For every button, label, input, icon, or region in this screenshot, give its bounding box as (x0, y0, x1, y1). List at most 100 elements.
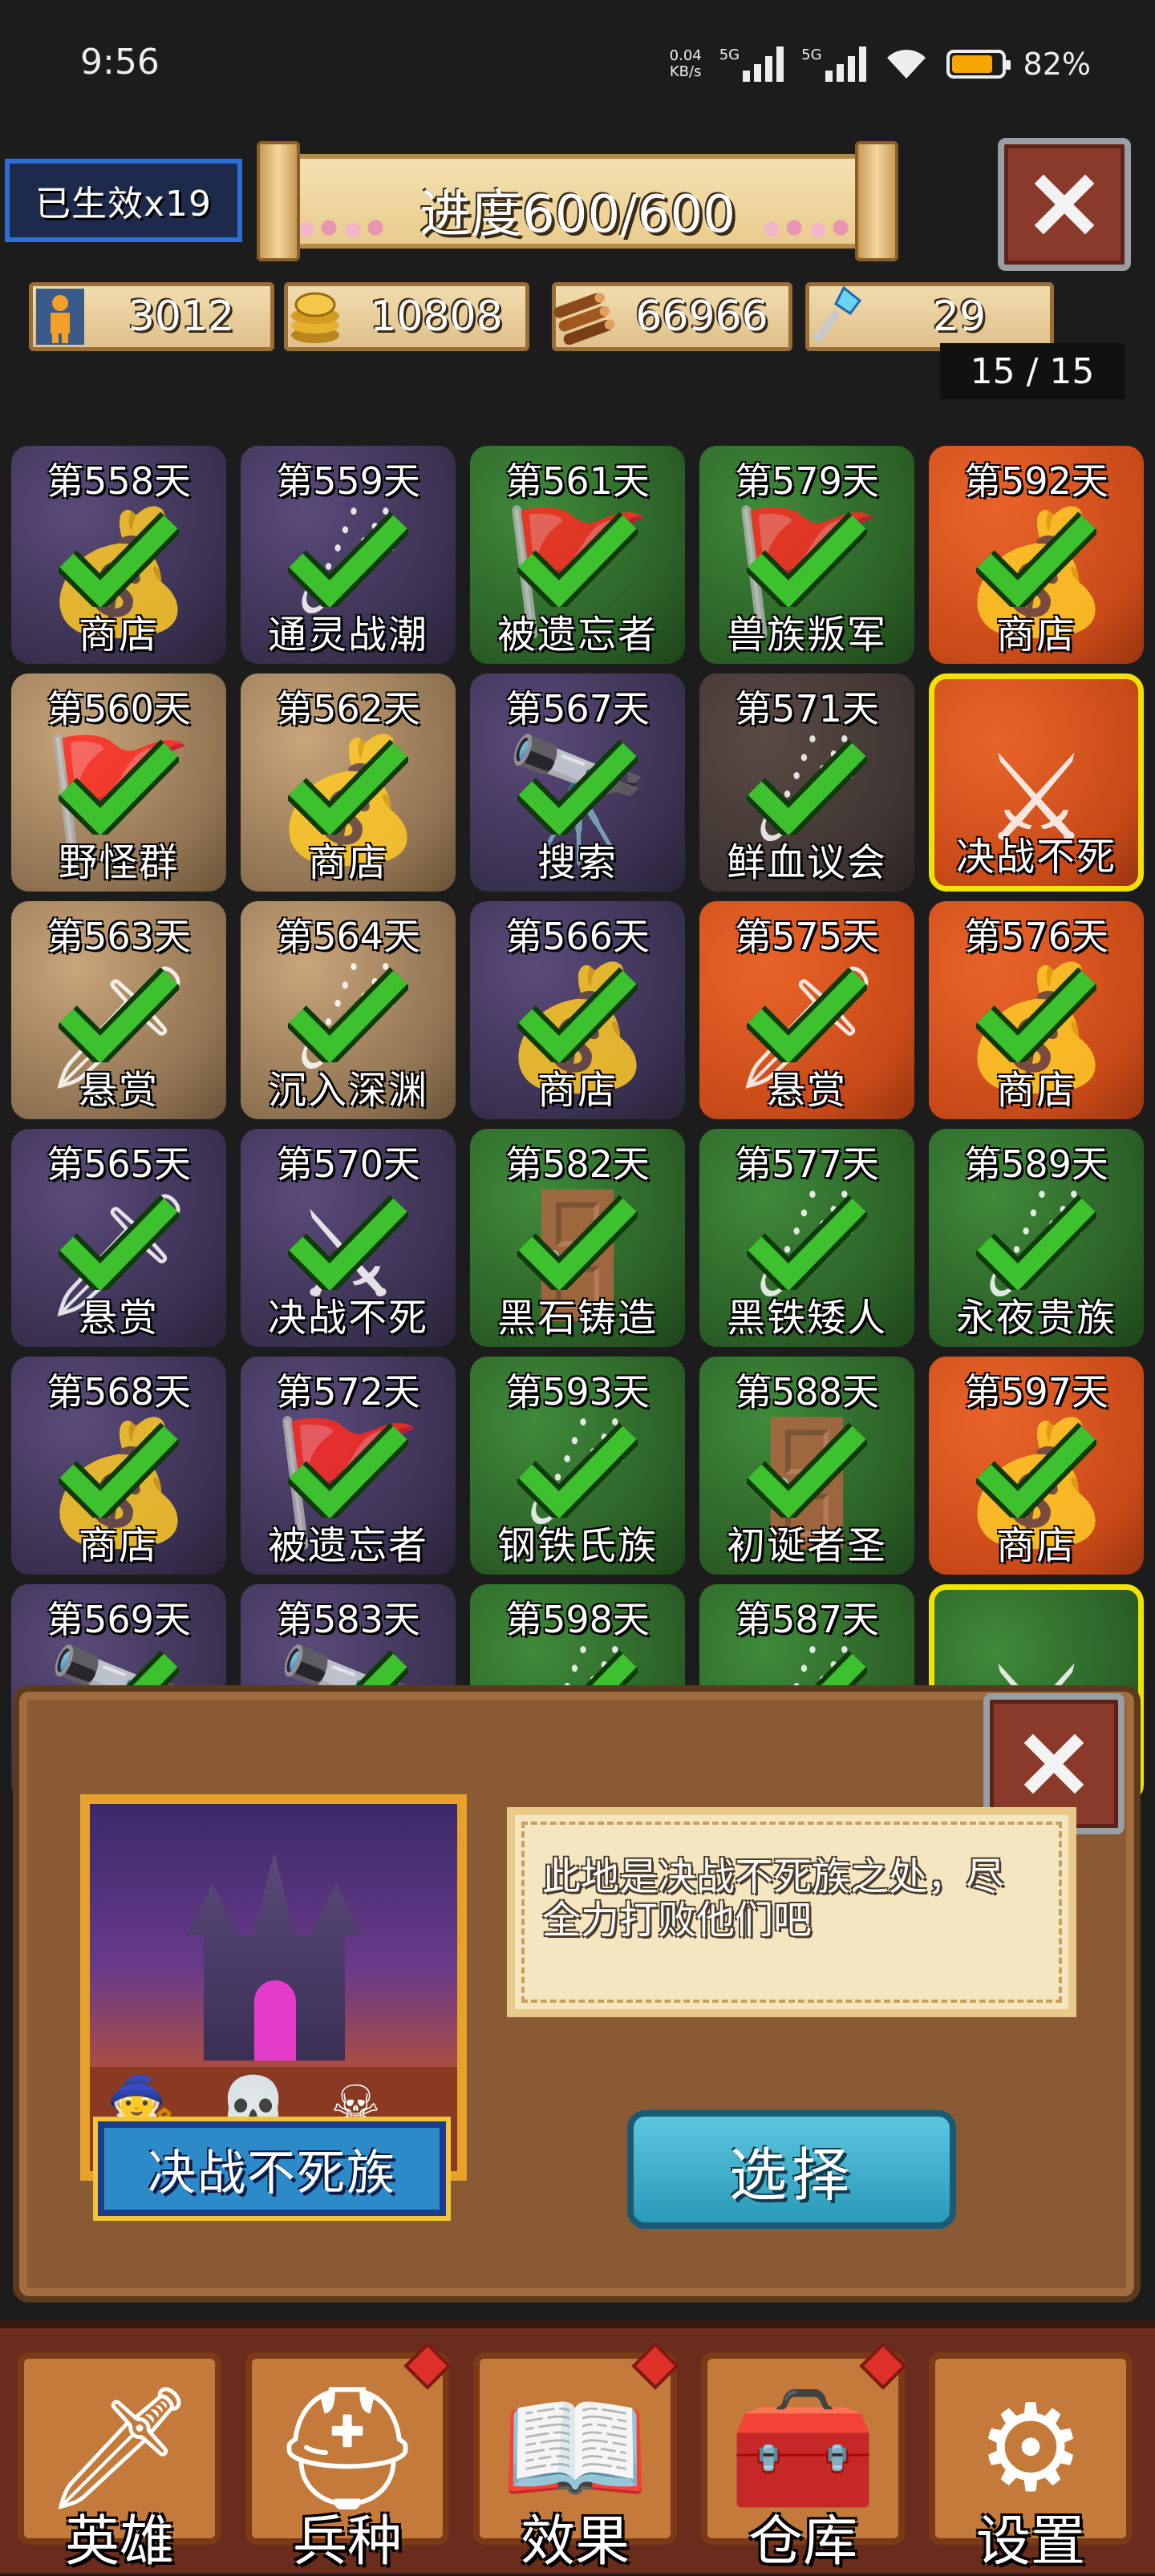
event-tile[interactable]: 💰 第566天 商店 (470, 901, 685, 1119)
event-name-label: 商店 (537, 1068, 618, 1113)
event-day-label: 第569天 (47, 1598, 191, 1641)
event-tile[interactable]: 🗡 第565天 悬赏 (11, 1129, 226, 1347)
checkmark-icon (517, 512, 638, 608)
event-name-label: 黑石铸造 (496, 1296, 658, 1341)
event-name-label: 商店 (995, 1523, 1076, 1568)
event-name-label: 悬赏 (78, 1296, 159, 1341)
event-name-label: 鲜血议会 (726, 840, 887, 885)
event-tile[interactable]: ⚔ 决战不死 (929, 673, 1144, 892)
event-name-label: 商店 (78, 1523, 159, 1568)
nav-label: 英雄 (64, 2510, 174, 2574)
event-tile[interactable]: 🚪 第588天 初诞者圣 (699, 1357, 914, 1575)
event-name-label: 被遗忘者 (496, 613, 658, 657)
event-tile[interactable]: 🔭 第567天 搜索 (470, 673, 685, 892)
gold-value: 10808 (370, 293, 503, 341)
checkmark-icon (517, 1195, 638, 1291)
event-tile[interactable]: 💰 第558天 商店 (11, 446, 226, 664)
status-icons: 0.04 KB/s 5G 5G 82% (670, 47, 1091, 82)
event-day-label: 第588天 (735, 1370, 879, 1413)
event-name-label: 决战不死 (267, 1296, 428, 1341)
status-bar: 9:56 0.04 KB/s 5G 5G 82% (0, 0, 1155, 128)
choose-label: 选择 (728, 2141, 854, 2209)
event-name-label: 搜索 (537, 840, 618, 885)
event-tile[interactable]: 💰 第568天 商店 (11, 1357, 226, 1575)
event-day-label: 第562天 (276, 687, 420, 730)
event-description-box: 此地是决战不死族之处，尽全力打败他们吧 (507, 1807, 1076, 2017)
event-day-label: 第561天 (505, 459, 650, 503)
event-day-label: 第597天 (964, 1370, 1108, 1413)
event-name-label: 初诞者圣 (726, 1523, 887, 1568)
event-name-label: 沉入深渊 (267, 1068, 428, 1113)
checkmark-icon (59, 1422, 179, 1519)
checkmark-icon (288, 1195, 408, 1291)
event-tile[interactable]: 🗡 第575天 悬赏 (699, 901, 914, 1119)
event-tile[interactable]: 💰 第592天 商店 (929, 446, 1144, 664)
event-day-label: 第579天 (735, 459, 879, 503)
event-tile[interactable]: 💰 第562天 商店 (241, 673, 456, 892)
crystal-key-icon (804, 285, 869, 349)
checkmark-icon (288, 739, 408, 835)
checkmark-icon (976, 1422, 1096, 1519)
event-tile[interactable]: ☄ 第589天 永夜贵族 (929, 1129, 1144, 1347)
event-name-label: 商店 (995, 613, 1076, 657)
nav-item-troops[interactable]: ⛑ 兵种 (245, 2342, 452, 2574)
battery-percent: 82% (1023, 47, 1091, 82)
event-day-label: 第598天 (505, 1598, 650, 1641)
event-tile[interactable]: ☄ 第564天 沉入深渊 (241, 901, 456, 1119)
event-name-label: 通灵战潮 (267, 613, 428, 657)
choose-button[interactable]: 选择 (627, 2110, 956, 2229)
event-name-label: 永夜贵族 (955, 1296, 1116, 1341)
event-day-label: 第565天 (47, 1142, 191, 1186)
event-title: 决战不死族 (148, 2145, 396, 2202)
event-day-label: 第560天 (47, 687, 191, 730)
nav-item-storage[interactable]: 🧰 仓库 (701, 2342, 907, 2574)
event-name-label: 被遗忘者 (267, 1523, 428, 1568)
event-tile[interactable]: 🗡 第563天 悬赏 (11, 901, 226, 1119)
close-button[interactable] (998, 138, 1131, 271)
event-day-label: 第572天 (276, 1370, 420, 1413)
checkmark-icon (747, 739, 867, 835)
event-tile[interactable]: 🚩 第572天 被遗忘者 (241, 1357, 456, 1575)
event-name-label: 商店 (78, 613, 159, 657)
battery-icon (946, 50, 1011, 79)
event-tile[interactable]: 💰 第576天 商店 (929, 901, 1144, 1119)
close-icon (1023, 1733, 1084, 1794)
event-tile[interactable]: 🚪 第582天 黑石铸造 (470, 1129, 685, 1347)
event-name-label: 钢铁氏族 (496, 1523, 658, 1568)
event-day-label: 第592天 (964, 459, 1108, 503)
page-indicator: 15 / 15 (940, 343, 1125, 399)
event-tile[interactable]: ☄ 第559天 通灵战潮 (241, 446, 456, 664)
event-name-label: 野怪群 (58, 840, 179, 885)
event-name-label: 悬赏 (78, 1068, 159, 1113)
nav-label: 仓库 (748, 2510, 857, 2574)
active-effects-label: 已生效x19 (34, 184, 213, 224)
event-day-label: 第583天 (276, 1598, 420, 1641)
event-description: 此地是决战不死族之处，尽全力打败他们吧 (542, 1854, 1005, 1943)
event-tile[interactable]: ☄ 第571天 鲜血议会 (699, 673, 914, 892)
event-name-label: 兽族叛军 (726, 613, 887, 657)
nav-item-settings[interactable]: ⚙ 设置 (929, 2352, 1133, 2574)
event-tile[interactable]: 💰 第597天 商店 (929, 1357, 1144, 1575)
event-tile[interactable]: ☄ 第577天 黑铁矮人 (699, 1129, 914, 1347)
checkmark-icon (59, 1195, 179, 1291)
population-value: 3012 (128, 293, 235, 341)
event-day-label: 第566天 (505, 915, 650, 958)
event-day-label: 第593天 (505, 1370, 650, 1413)
event-tile[interactable]: 🚩 第560天 野怪群 (11, 673, 226, 892)
event-day-label: 第570天 (276, 1142, 420, 1186)
resource-crystal-keys: 29 (805, 282, 1054, 351)
gold-coins-icon (283, 285, 347, 349)
checkmark-icon (517, 739, 638, 835)
active-effects-badge[interactable]: 已生效x19 (5, 159, 242, 242)
nav-item-effects[interactable]: 📖 效果 (473, 2342, 679, 2574)
event-day-label: 第558天 (47, 459, 191, 503)
event-tile[interactable]: ☄ 第593天 钢铁氏族 (470, 1357, 685, 1575)
event-tile[interactable]: ⚔ 第570天 决战不死 (241, 1129, 456, 1347)
nav-item-hero[interactable]: 🗡 英雄 (18, 2352, 221, 2574)
progress-scroll: 进度600/600 (257, 141, 898, 261)
resource-population: 3012 (29, 282, 274, 351)
close-icon (1034, 174, 1095, 235)
event-name-label: 决战不死 (955, 835, 1116, 880)
event-tile[interactable]: 🚩 第579天 兽族叛军 (699, 446, 914, 664)
event-tile[interactable]: 🚩 第561天 被遗忘者 (470, 446, 685, 664)
